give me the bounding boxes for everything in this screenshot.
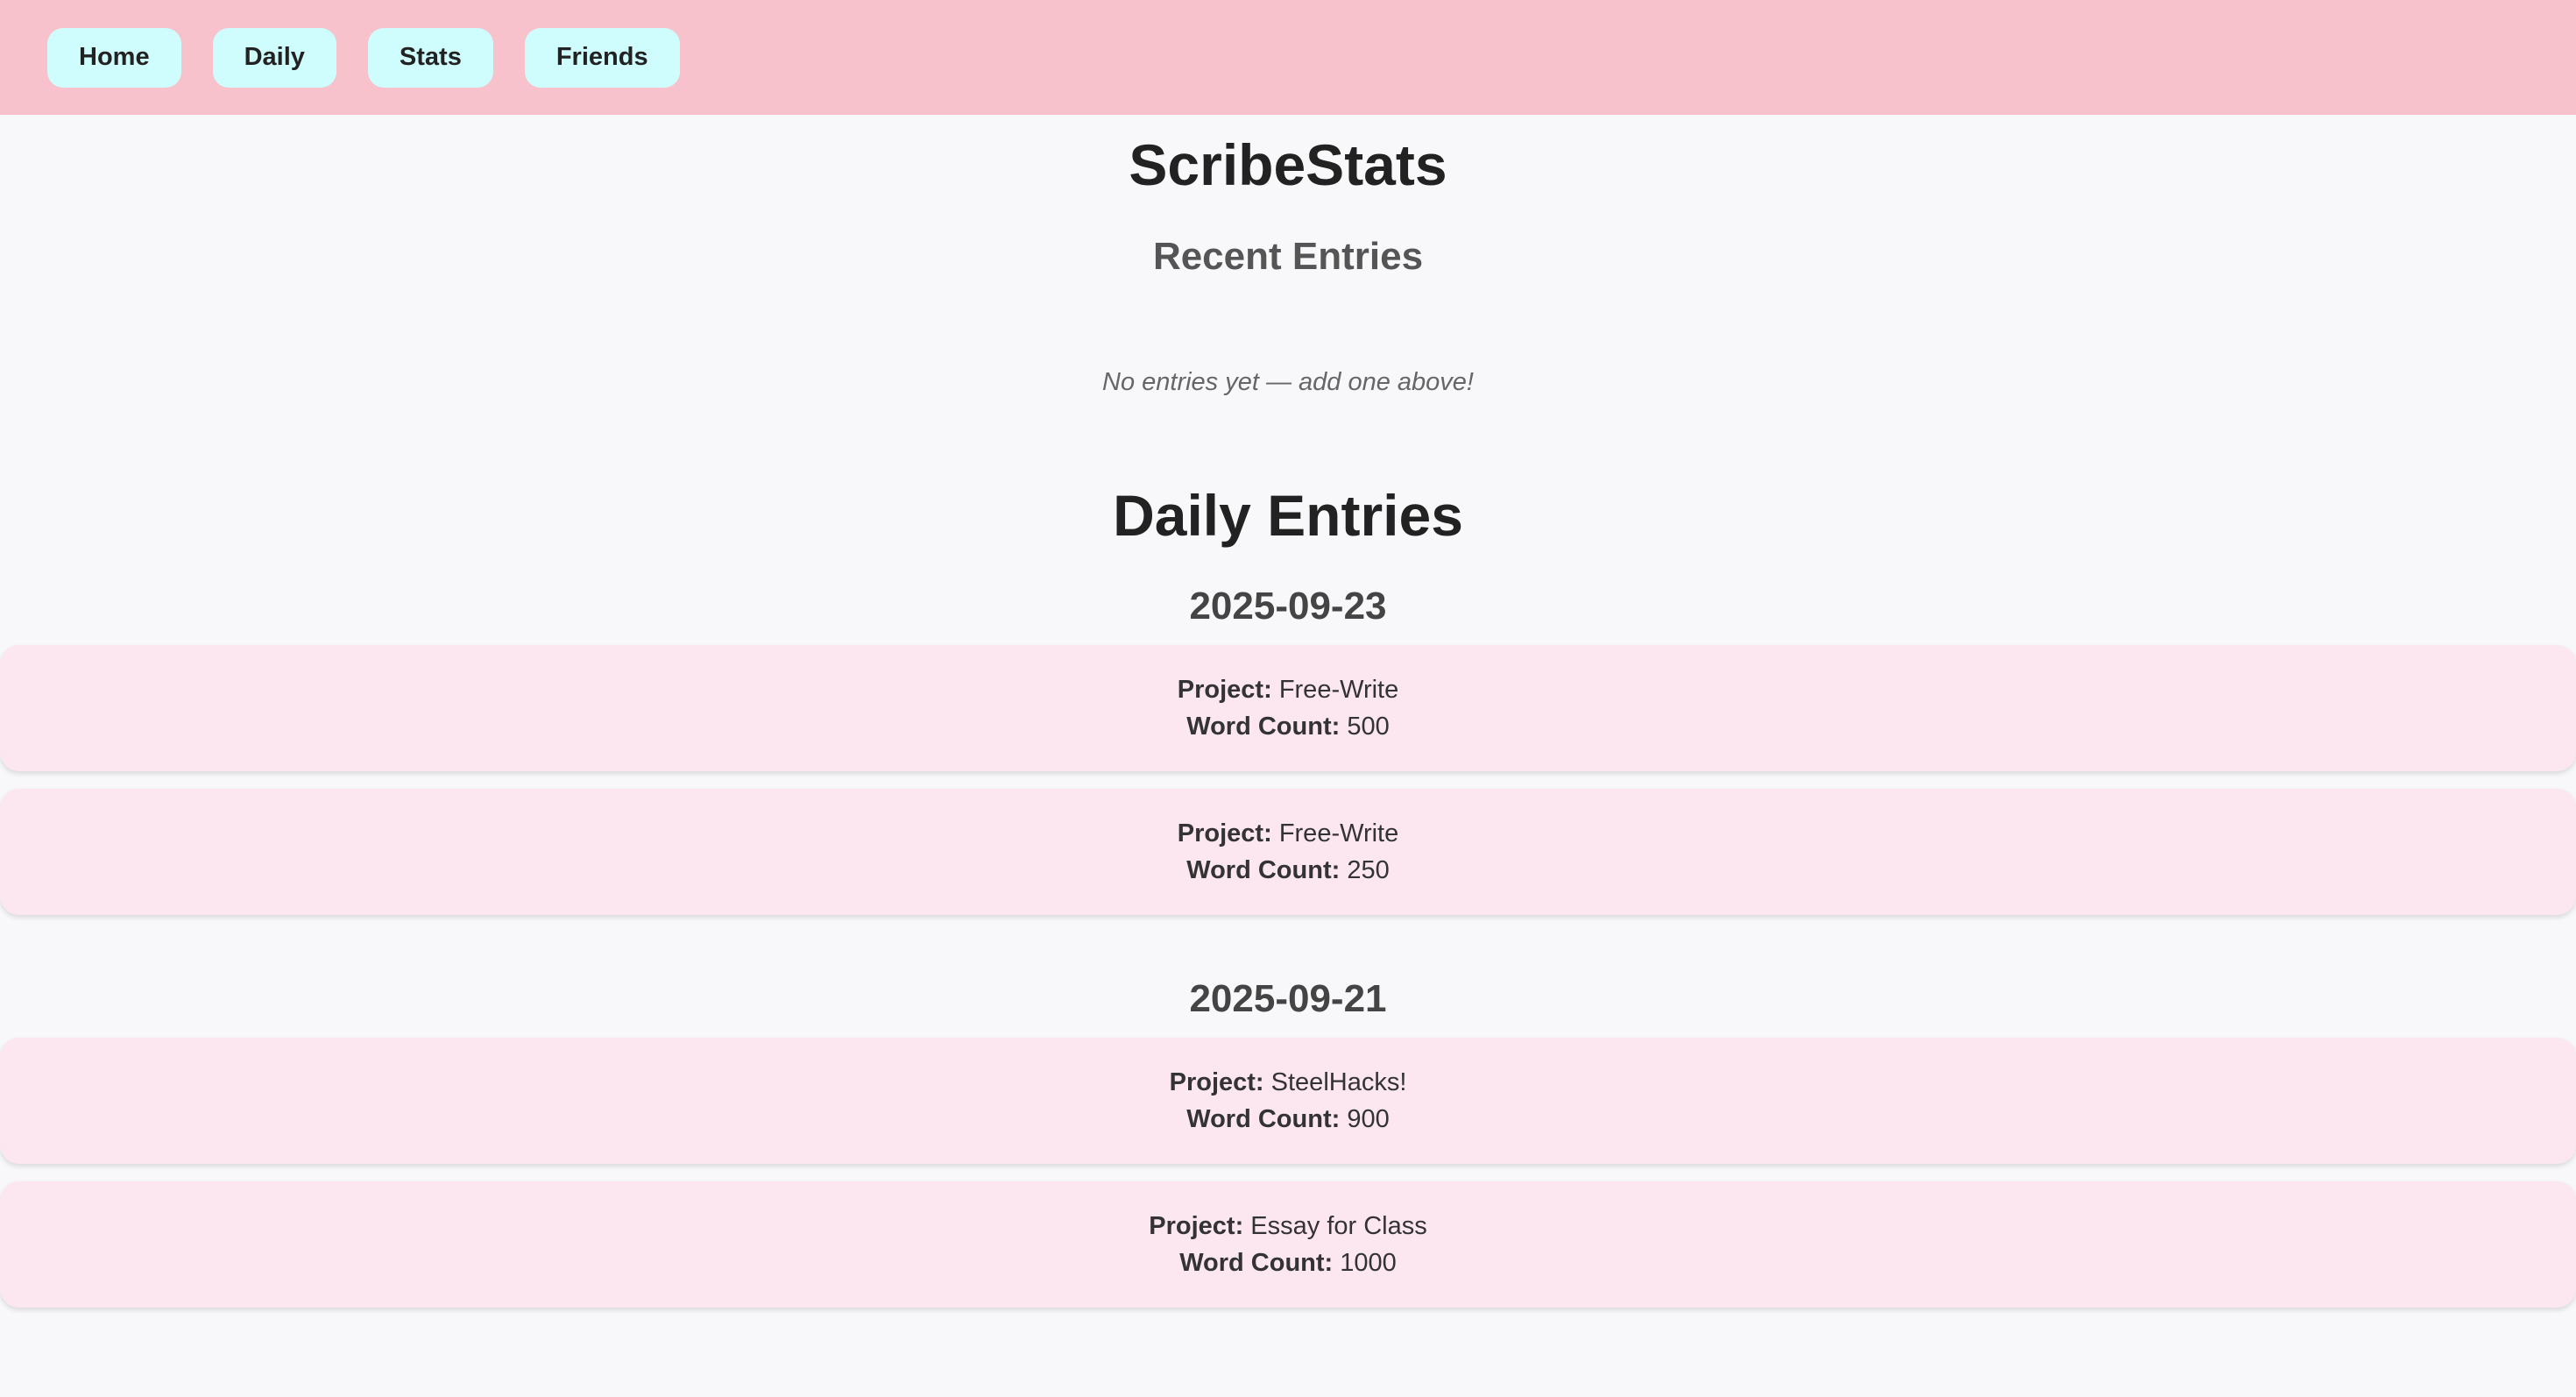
nav-button-home[interactable]: Home — [47, 27, 181, 88]
entry-word-count-line: Word Count: 500 — [1186, 708, 1389, 745]
date-heading: 2025-09-23 — [1189, 585, 1387, 628]
project-label: Project: — [1177, 819, 1272, 847]
entry-card: Project: Free-Write Word Count: 250 — [0, 789, 2576, 915]
entry-project-line: Project: Free-Write — [1178, 671, 1398, 708]
entry-project-line: Project: Essay for Class — [1149, 1208, 1427, 1245]
project-value: Free-Write — [1278, 819, 1399, 847]
project-value: SteelHacks! — [1270, 1068, 1407, 1096]
date-group: 2025-09-21 Project: SteelHacks! Word Cou… — [0, 971, 2576, 1308]
project-value: Free-Write — [1278, 676, 1399, 704]
recent-entries-empty-message: No entries yet — add one above! — [1102, 368, 1474, 396]
project-label: Project: — [1177, 676, 1272, 704]
word-count-value: 1000 — [1340, 1249, 1397, 1277]
app-title: ScribeStats — [1129, 132, 1447, 197]
word-count-value: 900 — [1347, 1105, 1390, 1133]
word-count-label: Word Count: — [1186, 713, 1341, 741]
word-count-value: 250 — [1347, 856, 1390, 884]
nav-button-stats[interactable]: Stats — [367, 27, 493, 88]
recent-entries-heading: Recent Entries — [1152, 235, 1424, 278]
nav-button-friends[interactable]: Friends — [524, 27, 680, 88]
date-group: 2025-09-23 Project: Free-Write Word Coun… — [0, 578, 2576, 915]
entry-card: Project: Free-Write Word Count: 500 — [0, 645, 2576, 771]
project-label: Project: — [1149, 1212, 1244, 1240]
entry-project-line: Project: Free-Write — [1178, 815, 1398, 852]
word-count-value: 500 — [1347, 713, 1390, 741]
project-value: Essay for Class — [1250, 1212, 1427, 1240]
word-count-label: Word Count: — [1179, 1249, 1334, 1277]
entry-card: Project: SteelHacks! Word Count: 900 — [0, 1038, 2576, 1164]
entry-word-count-line: Word Count: 1000 — [1179, 1245, 1397, 1281]
entry-project-line: Project: SteelHacks! — [1170, 1064, 1407, 1101]
date-heading: 2025-09-21 — [1189, 977, 1387, 1020]
daily-entries-list: 2025-09-23 Project: Free-Write Word Coun… — [0, 578, 2576, 1325]
project-label: Project: — [1169, 1068, 1264, 1096]
top-navbar: Home Daily Stats Friends — [0, 0, 2576, 115]
entry-word-count-line: Word Count: 900 — [1186, 1101, 1389, 1138]
daily-entries-heading: Daily Entries — [1113, 483, 1463, 548]
word-count-label: Word Count: — [1186, 1105, 1341, 1133]
entry-word-count-line: Word Count: 250 — [1186, 852, 1389, 889]
nav-button-daily[interactable]: Daily — [212, 27, 336, 88]
word-count-label: Word Count: — [1186, 856, 1341, 884]
entry-card: Project: Essay for Class Word Count: 100… — [0, 1181, 2576, 1308]
